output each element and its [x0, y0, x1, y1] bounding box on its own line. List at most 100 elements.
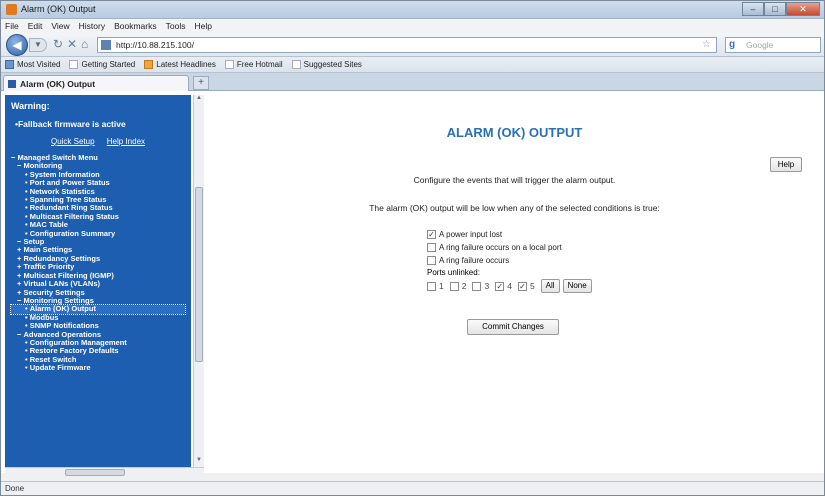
- bookmark-free-hotmail[interactable]: Free Hotmail: [224, 60, 283, 69]
- menu-bar: File Edit View History Bookmarks Tools Help: [1, 19, 824, 33]
- maximize-button[interactable]: □: [764, 2, 786, 16]
- menu-item-view[interactable]: View: [51, 19, 69, 33]
- bookmark-label: Suggested Sites: [303, 60, 362, 69]
- ports-unlinked-label: Ports unlinked:: [427, 268, 480, 277]
- search-placeholder: Google: [746, 40, 774, 50]
- bookmark-page-icon: [5, 60, 14, 69]
- condition-checkbox[interactable]: [427, 243, 436, 252]
- port-label: 1: [439, 281, 444, 291]
- port-option: 1: [427, 281, 444, 291]
- bookmark-star-icon[interactable]: ☆: [702, 39, 711, 50]
- help-index-link[interactable]: Help Index: [107, 137, 145, 146]
- browser-window: Alarm (OK) Output – □ ✕ File Edit View Hist…: [0, 0, 825, 496]
- menu-item-history[interactable]: History: [79, 19, 105, 33]
- bookmark-label: Getting Started: [81, 60, 136, 69]
- bookmark-most-visited[interactable]: Most Visited: [5, 60, 60, 69]
- site-identity-icon: [101, 40, 111, 50]
- bookmark-label: Free Hotmail: [236, 60, 283, 69]
- port-label: 5: [529, 281, 535, 291]
- fallback-firmware-notice: Fallback firmware is active: [15, 119, 185, 129]
- sidebar-scroll-thumb[interactable]: [195, 187, 203, 362]
- stop-icon[interactable]: ✕: [67, 37, 77, 51]
- address-bar[interactable]: http://10.88.215.100/ ☆: [97, 37, 717, 53]
- port-option: 3: [472, 281, 489, 291]
- condition-option: A ring failure occurs on a local port: [427, 241, 595, 254]
- port-label: 4: [507, 281, 512, 291]
- tab-bar: Alarm (OK) Output +: [1, 73, 824, 91]
- bookmark-getting-started[interactable]: Getting Started: [69, 60, 135, 69]
- menu-item-help[interactable]: Help: [194, 19, 211, 33]
- port-checkbox[interactable]: ✓: [495, 281, 505, 291]
- port-option: ✓ 4: [495, 281, 512, 291]
- status-bar: Done: [1, 481, 824, 495]
- all-button[interactable]: All: [540, 279, 560, 293]
- menu-tree: Managed Switch MenuMonitoringSystem Info…: [10, 153, 186, 373]
- condition-list: ✓ A power input lost A ring failure occurs…: [427, 228, 595, 267]
- condition-option: A ring failure occurs: [427, 254, 595, 267]
- menu-item-bookmarks[interactable]: Bookmarks: [114, 19, 157, 33]
- condition-option: ✓ A power input lost: [427, 228, 595, 241]
- bookmark-page-icon: [69, 60, 79, 69]
- sidebar-item-update-firmware[interactable]: Update Firmware: [11, 363, 185, 372]
- close-button[interactable]: ✕: [786, 2, 820, 16]
- quick-setup-link[interactable]: Quick Setup: [51, 137, 95, 146]
- port-checkbox[interactable]: [449, 281, 459, 291]
- navigation-bar: ◀ ▼ ↻ ✕ ⌂ http://10.88.215.100/ ☆ g Goog…: [1, 33, 824, 57]
- new-tab-button[interactable]: +: [193, 76, 209, 90]
- tab-alarm-output[interactable]: Alarm (OK) Output: [3, 75, 189, 91]
- ports-row: 1 2 3 ✓ 4 ✓ 5 All None: [427, 279, 595, 293]
- tab-title: Alarm (OK) Output: [20, 79, 96, 89]
- port-label: 3: [484, 281, 490, 291]
- page-content: Warning: Fallback firmware is active Qui…: [1, 91, 824, 477]
- sidebar-links: Quick Setup Help Index: [11, 137, 185, 146]
- condition-checkbox[interactable]: ✓: [427, 230, 436, 239]
- sidebar-horizontal-scrollbar[interactable]: [5, 467, 204, 477]
- port-checkbox[interactable]: [472, 281, 482, 291]
- port-option: 2: [449, 281, 467, 291]
- alarm-options: ✓ A power input lost A ring failure occurs…: [427, 228, 595, 293]
- sidebar-vertical-scrollbar[interactable]: ▲ ▼: [193, 95, 204, 467]
- commit-changes-button[interactable]: Commit Changes: [467, 319, 559, 335]
- bookmark-page-icon: [224, 60, 234, 69]
- bookmark-label: Most Visited: [17, 60, 61, 69]
- bookmark-suggested-sites[interactable]: Suggested Sites: [291, 60, 362, 69]
- page-favicon-icon: [8, 80, 16, 88]
- condition-label: A ring failure occurs: [439, 256, 510, 265]
- home-icon[interactable]: ⌂: [81, 37, 88, 51]
- reload-icon[interactable]: ↻: [53, 37, 63, 51]
- search-input[interactable]: g Google: [725, 37, 821, 53]
- title-bar: Alarm (OK) Output – □ ✕: [1, 1, 824, 19]
- sidebar: Warning: Fallback firmware is active Qui…: [5, 95, 191, 467]
- minimize-button[interactable]: –: [742, 2, 764, 16]
- port-label: 2: [461, 281, 467, 291]
- port-checkbox[interactable]: [427, 281, 436, 291]
- scroll-down-arrow-icon[interactable]: ▼: [194, 457, 204, 467]
- condition-label: A ring failure occurs on a local port: [439, 243, 562, 252]
- window-controls: – □ ✕: [742, 2, 820, 17]
- menu-item-file[interactable]: File: [5, 19, 19, 33]
- port-checkboxes: 1 2 3 ✓ 4 ✓ 5: [427, 281, 541, 291]
- bookmarks-toolbar: Most Visited Getting Started Latest Headli…: [1, 57, 824, 73]
- menu-item-edit[interactable]: Edit: [28, 19, 43, 33]
- scroll-up-arrow-icon[interactable]: ▲: [194, 95, 204, 105]
- description-conditions: The alarm (OK) output will be low when a…: [369, 203, 660, 213]
- help-button[interactable]: Help: [770, 157, 802, 172]
- menu-item-tools[interactable]: Tools: [166, 19, 186, 33]
- port-option: ✓ 5: [517, 281, 535, 291]
- google-icon[interactable]: g: [729, 39, 735, 50]
- bookmark-latest-headlines[interactable]: Latest Headlines: [144, 60, 216, 69]
- warning-label: Warning:: [11, 101, 50, 111]
- port-checkbox[interactable]: ✓: [517, 281, 527, 291]
- window-title: Alarm (OK) Output: [21, 4, 96, 14]
- description-configure: Configure the events that will trigger t…: [413, 175, 616, 185]
- forward-button[interactable]: ▼: [29, 38, 47, 52]
- back-button[interactable]: ◀: [6, 34, 28, 56]
- url-text[interactable]: http://10.88.215.100/: [116, 40, 194, 50]
- sidebar-hscroll-thumb[interactable]: [65, 469, 125, 476]
- page-title: ALARM (OK) OUTPUT: [446, 125, 583, 140]
- condition-checkbox[interactable]: [427, 256, 436, 265]
- condition-label: A power input lost: [439, 230, 503, 239]
- bookmark-label: Latest Headlines: [156, 60, 216, 69]
- none-button[interactable]: None: [562, 279, 592, 293]
- firefox-icon: [6, 4, 17, 15]
